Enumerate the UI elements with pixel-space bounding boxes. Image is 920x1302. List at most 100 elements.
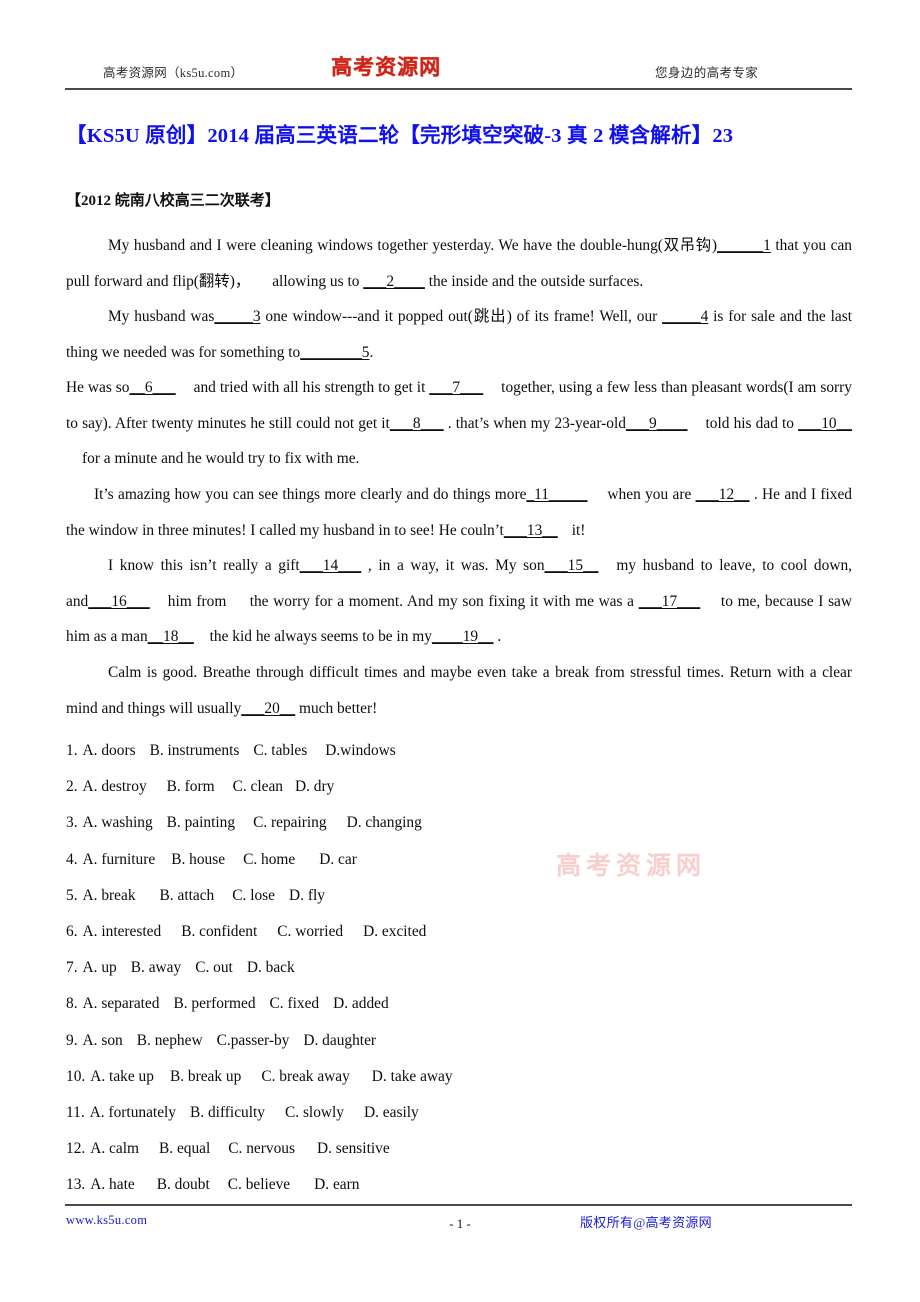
option-row: 13. A. hate B. doubt C. believe D. earn bbox=[66, 1167, 766, 1203]
option-choice-b[interactable]: B. away bbox=[131, 950, 181, 986]
option-choice-b[interactable]: B. instruments bbox=[150, 733, 240, 769]
option-choice-d[interactable]: D.windows bbox=[325, 733, 396, 769]
option-choice-b[interactable]: B. doubt bbox=[157, 1167, 210, 1203]
blank-18: __18__ bbox=[147, 628, 194, 645]
option-number: 5. bbox=[66, 886, 78, 904]
option-choice-a[interactable]: A. furniture bbox=[83, 842, 156, 878]
blank-16: ___16___ bbox=[88, 592, 150, 610]
option-choice-a[interactable]: A. fortunately bbox=[90, 1095, 176, 1131]
passage-paragraph-1: My husband and I were cleaning windows t… bbox=[66, 228, 852, 299]
option-row: 9. A. son B. nephew C.passer-by D. daughter bbox=[66, 1023, 766, 1059]
blank-8: ___8___ bbox=[389, 414, 444, 432]
option-choice-d[interactable]: D. earn bbox=[314, 1167, 359, 1203]
option-choice-b[interactable]: B. difficulty bbox=[190, 1095, 265, 1131]
option-number: 1. bbox=[66, 742, 78, 759]
passage-text: much better! bbox=[295, 699, 378, 717]
blank-1: ______1 bbox=[716, 237, 771, 254]
option-choice-c[interactable]: C. believe bbox=[228, 1167, 290, 1203]
option-row: 11. A. fortunately B. difficulty C. slowly D… bbox=[66, 1095, 766, 1131]
passage-text: the worry for a moment. And my son fixin… bbox=[245, 592, 639, 610]
blank-13: ___13__ bbox=[503, 521, 558, 539]
passage-text: , in a way, it was. My son bbox=[361, 557, 545, 574]
passage-text: for a minute and he would try to fix wit… bbox=[82, 450, 360, 467]
option-choice-a[interactable]: A. calm bbox=[90, 1131, 139, 1167]
page-header: 高考资源网（ks5u.com） 高考资源网 您身边的高考专家 bbox=[65, 54, 852, 90]
option-choice-c[interactable]: C. home bbox=[243, 842, 295, 878]
option-choice-a[interactable]: A. doors bbox=[83, 733, 136, 769]
option-choice-a[interactable]: A. up bbox=[83, 950, 117, 986]
blank-15: ___15__ bbox=[544, 557, 599, 574]
option-choice-a[interactable]: A. washing bbox=[83, 805, 153, 841]
option-choice-a[interactable]: A. son bbox=[83, 1023, 123, 1059]
option-choice-c[interactable]: C. break away bbox=[261, 1059, 349, 1095]
option-choice-d[interactable]: D. sensitive bbox=[317, 1131, 390, 1167]
passage-text: My husband was bbox=[108, 308, 215, 325]
option-choice-b[interactable]: B. equal bbox=[159, 1131, 210, 1167]
option-number: 12. bbox=[66, 1140, 86, 1158]
option-choice-c[interactable]: C. tables bbox=[253, 733, 307, 769]
exam-source-label: 【2012 皖南八校高三二次联考】 bbox=[66, 193, 280, 209]
option-choice-b[interactable]: B. attach bbox=[160, 878, 215, 914]
option-row: 1. A. doors B. instruments C. tables D.windo… bbox=[66, 733, 766, 769]
option-row: 5. A. break B. attach C. lose D. fly bbox=[66, 878, 766, 914]
option-choice-d[interactable]: D. car bbox=[319, 842, 357, 878]
header-tagline: 您身边的高考专家 bbox=[655, 66, 759, 80]
option-choice-a[interactable]: A. hate bbox=[90, 1167, 134, 1203]
blank-14: ___14___ bbox=[299, 557, 362, 574]
option-choice-b[interactable]: B. house bbox=[171, 842, 225, 878]
option-choice-d[interactable]: D. take away bbox=[372, 1059, 453, 1095]
passage-paragraph-3: He was so__6___ and tried with all his st… bbox=[66, 370, 852, 477]
passage-text: Calm is good. Breathe through difficult … bbox=[66, 664, 852, 717]
passage-paragraph-2: My husband was_____3 one window---and it… bbox=[66, 299, 852, 370]
option-choice-d[interactable]: D. added bbox=[333, 986, 389, 1022]
option-choice-d[interactable]: D. daughter bbox=[303, 1023, 376, 1059]
option-choice-c[interactable]: C. out bbox=[195, 950, 233, 986]
option-choice-c[interactable]: C. worried bbox=[277, 914, 343, 950]
option-choice-d[interactable]: D. dry bbox=[295, 769, 334, 805]
passage-text: allowing us to bbox=[272, 272, 364, 290]
option-row: 12. A. calm B. equal C. nervous D. sensitive bbox=[66, 1131, 766, 1167]
option-choice-d[interactable]: D. fly bbox=[289, 878, 325, 914]
blank-19: ____19__ bbox=[431, 628, 494, 645]
option-choice-a[interactable]: A. destroy bbox=[83, 769, 147, 805]
passage-text: him from bbox=[167, 592, 232, 610]
option-choice-a[interactable]: A. break bbox=[83, 878, 136, 914]
option-number: 4. bbox=[66, 850, 78, 868]
footer-copyright: 版权所有@高考资源网 bbox=[580, 1215, 712, 1230]
passage-text: He was so bbox=[66, 379, 130, 396]
option-choice-c[interactable]: C. nervous bbox=[228, 1131, 295, 1167]
blank-20: ___20__ bbox=[241, 699, 296, 717]
option-choice-d[interactable]: D. back bbox=[247, 950, 295, 986]
option-choice-b[interactable]: B. painting bbox=[167, 805, 235, 841]
option-row: 2. A. destroy B. form C. clean D. dry bbox=[66, 769, 766, 805]
option-choice-d[interactable]: D. excited bbox=[363, 914, 426, 950]
passage-text: . that’s when my 23-year-old bbox=[443, 414, 626, 432]
passage-text: . bbox=[369, 343, 374, 361]
option-choice-c[interactable]: C.passer-by bbox=[217, 1023, 290, 1059]
option-choice-c[interactable]: C. lose bbox=[232, 878, 275, 914]
option-choice-c[interactable]: C. clean bbox=[233, 769, 283, 805]
option-choice-b[interactable]: B. confident bbox=[181, 914, 257, 950]
passage-text: the inside and the outside surfaces. bbox=[424, 272, 644, 290]
option-choice-d[interactable]: D. changing bbox=[347, 805, 422, 841]
blank-9: ___9____ bbox=[625, 414, 688, 432]
page-number: - 1 - bbox=[449, 1216, 471, 1231]
option-choice-c[interactable]: C. fixed bbox=[270, 986, 320, 1022]
blank-4: _____4 bbox=[662, 308, 709, 325]
answer-options-list: 1. A. doors B. instruments C. tables D.windo… bbox=[66, 733, 766, 1203]
blank-17: ___17___ bbox=[638, 592, 701, 610]
option-choice-a[interactable]: A. separated bbox=[83, 986, 160, 1022]
blank-2: ___2____ bbox=[363, 272, 425, 290]
passage-text: when you are bbox=[607, 486, 696, 503]
option-choice-b[interactable]: B. break up bbox=[170, 1059, 241, 1095]
option-choice-a[interactable]: A. take up bbox=[90, 1059, 154, 1095]
option-choice-b[interactable]: B. nephew bbox=[137, 1023, 203, 1059]
option-choice-b[interactable]: B. form bbox=[167, 769, 215, 805]
blank-7: ___7___ bbox=[429, 379, 484, 396]
option-choice-c[interactable]: C. repairing bbox=[253, 805, 327, 841]
option-choice-a[interactable]: A. interested bbox=[83, 914, 162, 950]
option-row: 7. A. up B. away C. out D. back bbox=[66, 950, 766, 986]
option-choice-c[interactable]: C. slowly bbox=[285, 1095, 344, 1131]
option-choice-b[interactable]: B. performed bbox=[173, 986, 255, 1022]
option-choice-d[interactable]: D. easily bbox=[364, 1095, 419, 1131]
